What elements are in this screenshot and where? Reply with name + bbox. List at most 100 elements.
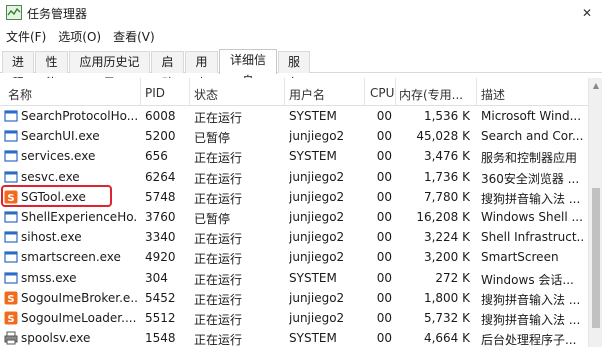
process-status: 正在运行 xyxy=(194,272,243,287)
tab-processes[interactable]: 进程 xyxy=(2,51,34,90)
process-memory: 1,800 K xyxy=(423,290,470,305)
process-name: SearchUI.exe xyxy=(21,129,100,144)
process-name: SearchProtocolHo... xyxy=(21,109,137,123)
process-name: ShellExperienceHo... xyxy=(21,209,137,224)
table-header: 名称 PID 状态 用户名 CPU 内存(专用... 描述 xyxy=(0,78,588,106)
window-icon xyxy=(4,250,18,264)
process-pid: 3340 xyxy=(145,230,176,245)
process-memory: 5,732 K xyxy=(423,310,470,325)
process-description: 搜狗拼音输入法 ... xyxy=(481,312,581,327)
process-description: Shell Infrastruct... xyxy=(481,230,585,245)
process-cpu: 00 xyxy=(376,189,392,204)
process-memory: 3,200 K xyxy=(423,250,470,265)
tab-users[interactable]: 用户 xyxy=(185,51,218,90)
scroll-thumb[interactable] xyxy=(592,188,600,328)
process-memory: 1,736 K xyxy=(423,169,470,184)
window-icon xyxy=(4,129,18,143)
table-row[interactable]: SearchProtocolHo... 6008 正在运行 SYSTEM 00 1,536… xyxy=(0,106,588,126)
process-pid: 656 xyxy=(145,149,168,164)
process-memory: 16,208 K xyxy=(416,209,470,224)
tab-app-history[interactable]: 应用历史记录 xyxy=(69,51,150,90)
table-row[interactable]: spoolsv.exe 1548 正在运行 SYSTEM 00 4,664 K 后台处理程序… xyxy=(0,328,588,347)
table-row[interactable]: sesvc.exe 6264 正在运行 junjiego2 00 1,736 K 360安全… xyxy=(0,167,588,187)
table-row[interactable]: services.exe 656 正在运行 SYSTEM 00 3,476 K 服务和控制器… xyxy=(0,146,588,166)
process-user: junjiego2 xyxy=(289,129,345,144)
svg-text:S: S xyxy=(7,294,14,305)
process-list: SearchProtocolHo... 6008 正在运行 SYSTEM 00 1,536… xyxy=(0,106,588,347)
menu-view[interactable]: 查看(V) xyxy=(107,27,161,47)
process-cpu: 00 xyxy=(376,129,392,144)
column-divider[interactable] xyxy=(284,78,285,106)
column-divider[interactable] xyxy=(476,78,477,106)
process-name: SogouImeLoader.... xyxy=(21,310,137,325)
column-cpu[interactable]: CPU xyxy=(370,86,394,100)
column-status[interactable]: 状态 xyxy=(194,86,218,103)
task-manager-icon xyxy=(6,5,22,20)
process-cpu: 00 xyxy=(376,270,392,285)
column-divider[interactable] xyxy=(395,78,396,106)
window-title: 任务管理器 xyxy=(27,7,88,21)
title-bar: 任务管理器 ✕ xyxy=(0,0,602,26)
menu-bar: 文件(F) 选项(O) 查看(V) xyxy=(0,27,602,47)
process-status: 正在运行 xyxy=(194,333,243,347)
process-pid: 4920 xyxy=(145,250,176,265)
table-row[interactable]: SearchUI.exe 5200 已暂停 junjiego2 00 45,028 K Se… xyxy=(0,126,588,146)
column-memory[interactable]: 内存(专用... xyxy=(399,86,463,103)
column-name[interactable]: 名称 xyxy=(8,86,32,103)
process-pid: 6264 xyxy=(145,169,176,184)
close-button[interactable]: ✕ xyxy=(572,0,602,26)
process-name: services.exe xyxy=(21,149,96,164)
column-divider[interactable] xyxy=(189,78,190,106)
process-status: 正在运行 xyxy=(194,232,243,247)
column-user[interactable]: 用户名 xyxy=(289,86,325,103)
tab-performance[interactable]: 性能 xyxy=(35,51,68,90)
window-icon xyxy=(4,230,18,244)
table-row[interactable]: S SogouImeBroker.e... 5452 正在运行 junjiego2 00 1… xyxy=(0,288,588,308)
process-pid: 304 xyxy=(145,270,168,285)
window-icon xyxy=(4,149,18,163)
process-user: SYSTEM xyxy=(289,270,337,285)
tab-startup[interactable]: 启动 xyxy=(151,51,184,90)
process-pid: 6008 xyxy=(145,109,176,123)
printer-icon xyxy=(4,331,18,345)
process-status: 已暂停 xyxy=(194,211,231,226)
scroll-up-icon[interactable]: ▲ xyxy=(591,81,601,91)
process-status: 正在运行 xyxy=(194,312,243,327)
process-cpu: 00 xyxy=(376,290,392,305)
process-cpu: 00 xyxy=(376,109,392,123)
tab-services[interactable]: 服务 xyxy=(278,51,310,90)
process-status: 已暂停 xyxy=(194,131,231,146)
menu-file[interactable]: 文件(F) xyxy=(0,27,52,47)
vertical-scrollbar[interactable]: ▲ xyxy=(588,78,602,347)
window-icon xyxy=(4,271,18,285)
column-description[interactable]: 描述 xyxy=(481,86,505,103)
sgtool-highlight-box xyxy=(1,185,112,207)
process-status: 正在运行 xyxy=(194,292,243,307)
process-cpu: 00 xyxy=(376,230,392,245)
process-memory: 45,028 K xyxy=(416,129,470,144)
process-description: Windows Shell ... xyxy=(481,209,583,224)
window-icon xyxy=(4,210,18,224)
table-row[interactable]: smss.exe 304 正在运行 SYSTEM 00 272 K Windows 会话..… xyxy=(0,268,588,288)
tab-details[interactable]: 详细信息 xyxy=(219,49,277,88)
column-divider[interactable] xyxy=(364,78,365,106)
process-user: junjiego2 xyxy=(289,290,345,305)
process-cpu: 00 xyxy=(376,250,392,265)
process-memory: 4,664 K xyxy=(423,331,470,346)
process-description: 搜狗拼音输入法 ... xyxy=(481,191,581,206)
process-cpu: 00 xyxy=(376,169,392,184)
table-row[interactable]: ShellExperienceHo... 3760 已暂停 junjiego2 00 16… xyxy=(0,207,588,227)
process-cpu: 00 xyxy=(376,310,392,325)
table-row[interactable]: S SogouImeLoader.... 5512 正在运行 junjiego2 00 5,… xyxy=(0,308,588,328)
table-row[interactable]: smartscreen.exe 4920 正在运行 junjiego2 00 3,200 … xyxy=(0,247,588,267)
column-divider[interactable] xyxy=(140,78,141,106)
process-memory: 7,780 K xyxy=(423,189,470,204)
column-pid[interactable]: PID xyxy=(145,86,165,100)
sogou-icon: S xyxy=(4,291,18,305)
menu-options[interactable]: 选项(O) xyxy=(52,27,107,47)
table-row[interactable]: sihost.exe 3340 正在运行 junjiego2 00 3,224 K Shel… xyxy=(0,227,588,247)
process-name: sesvc.exe xyxy=(21,169,80,184)
process-description: 搜狗拼音输入法 ... xyxy=(481,292,581,307)
process-cpu: 00 xyxy=(376,209,392,224)
process-user: junjiego2 xyxy=(289,189,345,204)
